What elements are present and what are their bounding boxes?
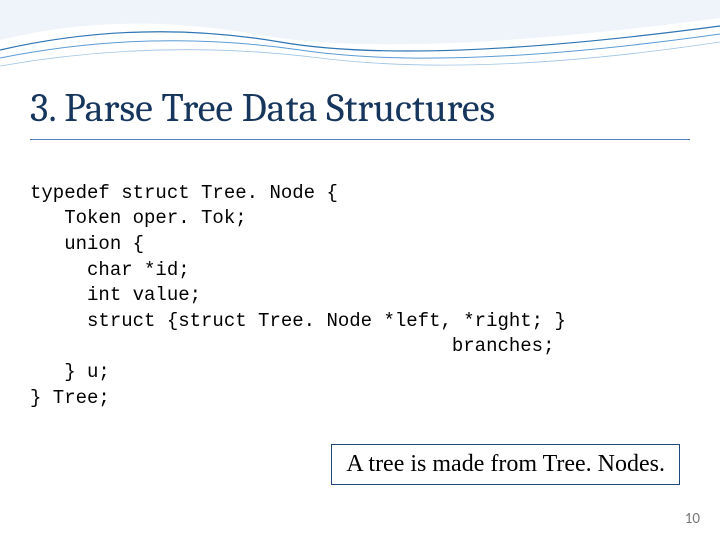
code-line: char *id; xyxy=(30,259,190,281)
callout-box: A tree is made from Tree. Nodes. xyxy=(331,444,680,485)
code-line: int value; xyxy=(30,284,201,306)
code-line: branches; xyxy=(30,335,555,357)
code-line: union { xyxy=(30,233,144,255)
slide-title: 3. Parse Tree Data Structures xyxy=(0,0,720,139)
code-line: typedef struct Tree. Node { xyxy=(30,182,338,204)
page-number: 10 xyxy=(685,510,700,528)
title-underline xyxy=(30,139,690,140)
code-block: typedef struct Tree. Node { Token oper. … xyxy=(0,155,720,411)
code-line: } u; xyxy=(30,361,110,383)
code-line: struct {struct Tree. Node *left, *right;… xyxy=(30,310,566,332)
code-line: Token oper. Tok; xyxy=(30,207,247,229)
code-line: } Tree; xyxy=(30,387,110,409)
